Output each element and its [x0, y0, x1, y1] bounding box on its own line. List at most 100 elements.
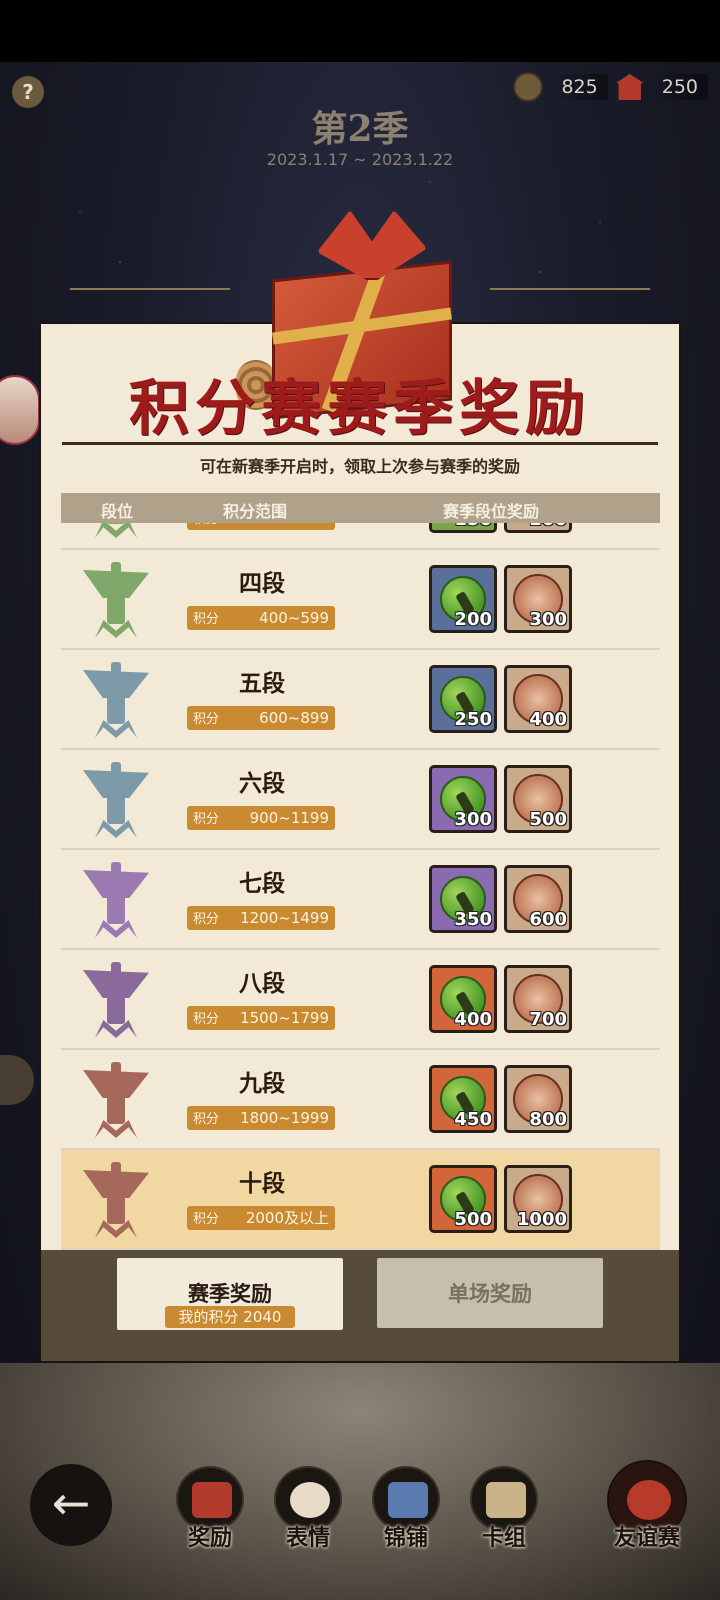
jade-reward[interactable]: 500 — [429, 1165, 497, 1233]
status-bar — [0, 0, 720, 62]
nav-deck[interactable]: 卡组 — [462, 1466, 546, 1556]
my-score-badge: 我的积分 2040 — [165, 1306, 295, 1328]
table-row: 六段积分 900~1199 300 500 — [61, 750, 660, 850]
coin-reward-amount: 600 — [529, 909, 567, 930]
rank-cup-icon — [83, 662, 149, 738]
coin-reward[interactable]: 500 — [504, 765, 572, 833]
coin-reward[interactable]: 200 — [504, 523, 572, 533]
rank-name: 七段 — [239, 871, 285, 897]
jade-reward[interactable]: 350 — [429, 865, 497, 933]
nav-deck-label: 卡组 — [481, 1526, 526, 1551]
nav-rewards-label: 奖励 — [187, 1526, 232, 1551]
season-title: 第2季 — [311, 108, 409, 150]
rank-name: 九段 — [239, 1071, 285, 1097]
jade-reward[interactable]: 400 — [429, 965, 497, 1033]
score-key: 积分 — [193, 1012, 220, 1027]
coin-reward-amount: 400 — [529, 709, 567, 730]
nav-rewards[interactable]: 奖励 — [168, 1466, 252, 1556]
tab-bar: 赛季奖励 我的积分 2040 单场奖励 — [41, 1250, 679, 1361]
score-range: 200~399 — [259, 523, 329, 530]
rank-name: 四段 — [239, 571, 285, 597]
rank-name: 五段 — [239, 671, 285, 697]
nav-friendly-match-label: 友谊赛 — [613, 1526, 680, 1551]
score-range: 1800~1999 — [240, 1109, 329, 1127]
coin-reward[interactable]: 1000 — [504, 1165, 572, 1233]
nav-friendly-match[interactable]: 友谊赛 — [600, 1460, 694, 1551]
column-header-reward: 赛季段位奖励 — [443, 502, 540, 521]
back-button[interactable]: ← — [30, 1464, 112, 1546]
coin-reward[interactable]: 400 — [504, 665, 572, 733]
table-header: 段位 积分范围 赛季段位奖励 — [61, 493, 660, 523]
side-token-icon — [0, 1055, 34, 1105]
score-range: 2000及以上 — [245, 1209, 329, 1227]
coin-reward-amount: 800 — [529, 1109, 567, 1130]
rank-cup-icon — [83, 523, 149, 538]
jade-reward[interactable]: 150 — [429, 523, 497, 533]
coin-reward-amount: 700 — [529, 1009, 567, 1030]
jade-reward[interactable]: 300 — [429, 765, 497, 833]
score-range-badge: 积分 900~1199 — [187, 806, 335, 830]
rank-cup-icon — [83, 1062, 149, 1138]
score-range-badge: 积分 400~599 — [187, 606, 335, 630]
rank-name: 八段 — [239, 971, 285, 997]
rank-cup-icon — [83, 1162, 149, 1238]
jade-reward-amount: 500 — [454, 1209, 492, 1230]
coin-reward[interactable]: 300 — [504, 565, 572, 633]
score-range-badge: 积分 1500~1799 — [187, 1006, 335, 1030]
rank-cup-icon — [83, 762, 149, 838]
coin-reward[interactable]: 600 — [504, 865, 572, 933]
coin-reward-amount: 300 — [529, 609, 567, 630]
rank-cup-icon — [83, 562, 149, 638]
jade-reward[interactable]: 450 — [429, 1065, 497, 1133]
rank-reward-list[interactable]: 三段积分200~399150200四段积分400~599200300五段积分60… — [61, 523, 660, 1269]
jade-reward-amount: 150 — [454, 523, 492, 530]
jade-reward-amount: 350 — [454, 909, 492, 930]
nav-emotes-label: 表情 — [285, 1526, 330, 1551]
jade-reward[interactable]: 250 — [429, 665, 497, 733]
jade-reward-amount: 200 — [454, 609, 492, 630]
rank-cup-icon — [83, 862, 149, 938]
column-header-score-range: 积分范围 — [223, 502, 288, 521]
panel-subtitle: 可在新赛季开启时，领取上次参与赛季的奖励 — [199, 457, 520, 476]
score-key: 积分 — [193, 1112, 220, 1127]
jade-reward-amount: 250 — [454, 709, 492, 730]
score-range: 900~1199 — [249, 809, 329, 827]
score-range-badge: 积分 1200~1499 — [187, 906, 335, 930]
panel-title: 积分赛赛季奖励 — [129, 374, 591, 444]
nav-emotes[interactable]: 表情 — [266, 1466, 350, 1556]
score-key: 积分 — [193, 612, 220, 627]
score-range-badge: 积分 1800~1999 — [187, 1106, 335, 1130]
tab-season-reward[interactable]: 赛季奖励 我的积分 2040 — [117, 1258, 343, 1330]
score-key: 积分 — [193, 523, 219, 527]
coin-reward[interactable]: 800 — [504, 1065, 572, 1133]
currency-bar: 825 250 — [513, 70, 708, 104]
jade-reward[interactable]: 200 — [429, 565, 497, 633]
ornament-right — [490, 288, 650, 290]
title-divider — [62, 442, 658, 445]
bottom-nav: ← 奖励 表情 锦铺 卡组 友谊赛 — [0, 1460, 720, 1600]
season-dates: 2023.1.17 ~ 2023.1.22 — [266, 150, 454, 169]
table-row: 四段积分 400~599 200 300 — [61, 550, 660, 650]
nav-shop[interactable]: 锦铺 — [364, 1466, 448, 1556]
score-range-badge: 积分 2000及以上 — [187, 1206, 335, 1230]
currency-2-value: 250 — [661, 76, 698, 98]
table-row: 九段积分 1800~1999 450 800 — [61, 1050, 660, 1150]
coin-currency-icon — [513, 72, 544, 102]
column-header-rank: 段位 — [101, 502, 134, 521]
score-range: 1500~1799 — [240, 1009, 329, 1027]
rank-cup-icon — [83, 962, 149, 1038]
table-row: 三段积分200~399150200 — [61, 523, 660, 550]
score-key: 积分 — [193, 912, 220, 927]
rank-name: 六段 — [239, 771, 285, 797]
jade-reward-amount: 300 — [454, 809, 492, 830]
score-range: 1200~1499 — [240, 909, 329, 927]
score-range: 400~599 — [259, 609, 329, 627]
nav-shop-label: 锦铺 — [383, 1526, 428, 1551]
tab-single-reward[interactable]: 单场奖励 — [377, 1258, 603, 1328]
coin-reward[interactable]: 700 — [504, 965, 572, 1033]
tower-currency-icon — [615, 74, 644, 100]
coin-reward-amount: 200 — [529, 523, 567, 530]
score-range-badge: 积分 200~399 — [187, 523, 335, 530]
jade-reward-amount: 450 — [454, 1109, 492, 1130]
score-range: 600~899 — [259, 709, 329, 727]
